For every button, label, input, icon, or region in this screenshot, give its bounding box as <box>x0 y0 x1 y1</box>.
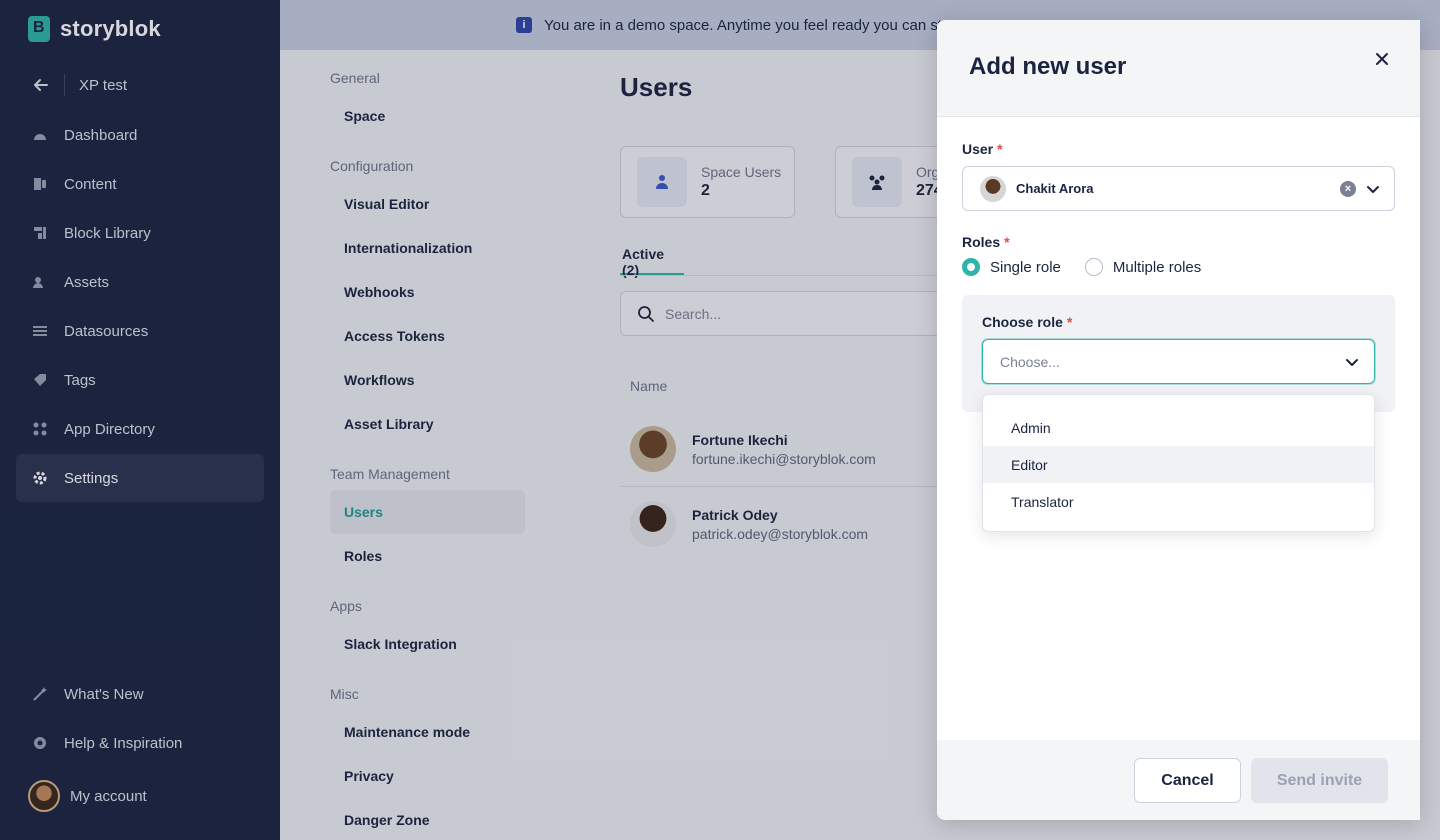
avatar <box>980 175 1006 202</box>
role-option-editor[interactable]: Editor <box>983 446 1374 483</box>
roles-radio-group: Single role Multiple roles <box>962 258 1201 276</box>
close-icon <box>1376 53 1388 65</box>
label-text: Roles <box>962 234 1001 250</box>
selected-user-name: Chakit Arora <box>1016 181 1094 196</box>
role-option-admin[interactable]: Admin <box>983 409 1374 446</box>
close-button[interactable] <box>1369 46 1395 72</box>
multiple-roles-radio[interactable] <box>1084 258 1103 276</box>
modal-header: Add new user <box>937 20 1420 117</box>
choose-role-select[interactable]: Choose... <box>982 339 1375 384</box>
radio-label-single[interactable]: Single role <box>990 259 1061 276</box>
user-field-label: User * <box>962 141 1003 157</box>
single-role-radio[interactable] <box>962 258 980 276</box>
label-text: User <box>962 141 994 157</box>
user-select[interactable]: Chakit Arora × <box>962 166 1395 211</box>
role-option-translator[interactable]: Translator <box>983 483 1374 520</box>
chevron-down-icon[interactable] <box>1366 182 1380 196</box>
cancel-button[interactable]: Cancel <box>1134 758 1241 803</box>
clear-icon[interactable]: × <box>1340 181 1356 197</box>
radio-label-multiple[interactable]: Multiple roles <box>1113 259 1201 276</box>
required-mark: * <box>1066 314 1073 330</box>
choose-role-label: Choose role * <box>982 314 1072 330</box>
modal-footer: Cancel Send invite <box>937 740 1420 820</box>
required-mark: * <box>997 141 1003 157</box>
choose-role-placeholder: Choose... <box>1000 353 1060 370</box>
modal-title: Add new user <box>969 53 1127 80</box>
chevron-down-icon[interactable] <box>1345 355 1359 369</box>
label-text: Choose role <box>982 314 1063 330</box>
send-invite-button[interactable]: Send invite <box>1251 758 1388 803</box>
roles-field-label: Roles * <box>962 234 1010 250</box>
required-mark: * <box>1004 234 1010 250</box>
add-user-modal: Add new user User * Chakit Arora × Roles *… <box>937 20 1420 820</box>
role-dropdown-menu: Admin Editor Translator <box>982 394 1375 532</box>
